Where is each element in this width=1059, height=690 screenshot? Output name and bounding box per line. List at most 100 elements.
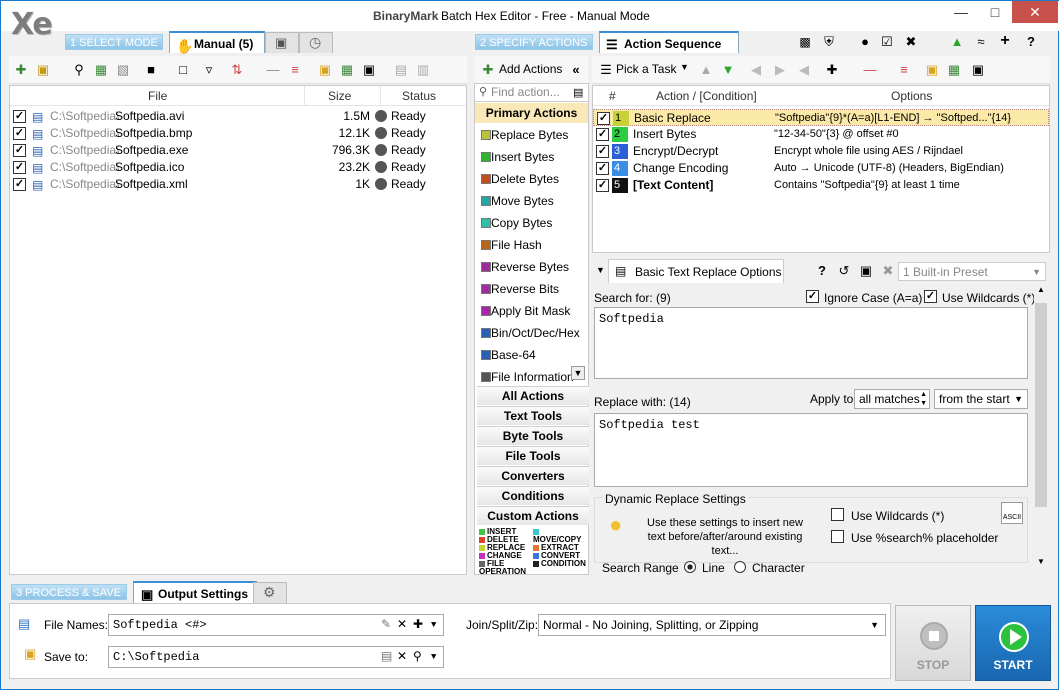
browse-icon[interactable]: ▤ — [381, 647, 392, 667]
sequence-row[interactable]: ✓ 1 Basic Replace "Softpedia"{9}*(A=a)[L1-E… — [593, 109, 1049, 126]
action-item[interactable]: Base-64 — [475, 344, 589, 366]
action-item[interactable]: Replace Bytes — [475, 124, 589, 146]
action-item[interactable]: Reverse Bytes — [475, 256, 589, 278]
scroll-down-icon[interactable]: ▼ — [1037, 557, 1045, 566]
close-button[interactable]: ✕ — [1012, 1, 1058, 23]
sequence-checkbox[interactable]: ✓ — [596, 128, 609, 141]
add-files-icon[interactable]: ✚ — [13, 62, 29, 78]
file-row[interactable]: ✓ ▤ C:\Softpedia\ Softpedia.avi 1.5M Ready — [10, 108, 470, 125]
pencil-icon[interactable]: ✎ — [381, 615, 391, 635]
chevron-down-icon[interactable]: ▼ — [431, 647, 436, 667]
help-circle-icon[interactable]: ? — [814, 263, 830, 279]
sequence-row[interactable]: ✓ 5 [Text Content] Contains "Softpedia"{9} … — [593, 177, 1049, 194]
view-icon[interactable]: ■ — [143, 62, 159, 78]
checklist-icon[interactable]: ☑ — [879, 34, 895, 50]
dyn-placeholder-checkbox[interactable] — [831, 530, 844, 543]
save-to-input[interactable]: C:\Softpedia ▤ ✕ ⚲ ▼ — [108, 646, 444, 668]
open-folder-icon[interactable]: ▣ — [317, 62, 333, 78]
col-size[interactable]: Size — [328, 86, 351, 106]
stop-button[interactable]: STOP — [895, 605, 971, 681]
pick-task-button[interactable]: Pick a Task — [616, 62, 676, 76]
start-button[interactable]: START — [975, 605, 1051, 681]
arrow-right-icon[interactable]: ▶ — [772, 62, 788, 78]
print-icon[interactable]: ▤ — [393, 62, 409, 78]
action-item[interactable]: Move Bytes — [475, 190, 589, 212]
action-group[interactable]: Byte Tools — [477, 426, 589, 445]
clear-list-icon[interactable]: ≡ — [287, 62, 303, 78]
save-preset-icon[interactable]: ▣ — [858, 263, 874, 279]
action-item[interactable]: Apply Bit Mask — [475, 300, 589, 322]
tab-manual[interactable]: ✋ Manual (5) — [169, 31, 265, 54]
sequence-checkbox[interactable]: ✓ — [596, 179, 609, 192]
file-checkbox[interactable]: ✓ — [13, 161, 26, 174]
primary-actions-header[interactable]: Primary Actions — [475, 103, 588, 123]
open-sequence-icon[interactable]: ▣ — [924, 62, 940, 78]
options-scrollbar[interactable]: ▲ ▼ — [1034, 285, 1048, 571]
preset-select[interactable]: 1 Built-in Preset ▼ — [898, 262, 1046, 281]
add-folder-icon[interactable]: ▣ — [35, 62, 51, 78]
tab-action-sequence[interactable]: ☰ Action Sequence (5) — [599, 31, 739, 73]
file-checkbox[interactable]: ✓ — [13, 110, 26, 123]
folder-add-icon[interactable]: ▦ — [339, 62, 355, 78]
search-textarea[interactable]: Softpedia — [594, 307, 1028, 379]
lightbulb-icon[interactable]: ● — [857, 34, 873, 50]
add-action-icon[interactable]: ✚ — [824, 62, 840, 78]
tab-schedule[interactable]: ◷ — [299, 32, 333, 53]
arrow-left-icon[interactable]: ◀ — [748, 62, 764, 78]
clear-actions-icon[interactable]: ≡ — [896, 62, 912, 78]
action-group[interactable]: Conditions — [477, 486, 589, 505]
ascii-table-button[interactable]: ASCII — [1001, 502, 1023, 524]
col-status[interactable]: Status — [402, 86, 436, 106]
find-action-input[interactable]: Find action... — [475, 84, 588, 102]
file-row[interactable]: ✓ ▤ C:\Softpedia\ Softpedia.bmp 12.1K Ready — [10, 125, 470, 142]
add-icon[interactable]: ✚ — [413, 615, 423, 635]
add-subfolder-icon[interactable]: ▦ — [93, 62, 109, 78]
sequence-checkbox[interactable]: ✓ — [596, 145, 609, 158]
clear-icon[interactable]: ✕ — [397, 647, 407, 667]
console-icon[interactable]: ▩ — [797, 34, 813, 50]
tab-output-settings[interactable]: ▣ Output Settings — [133, 581, 257, 603]
minus-icon[interactable]: — — [265, 62, 281, 78]
remove-icon[interactable]: ▧ — [115, 62, 131, 78]
delete-preset-icon[interactable]: ✖ — [880, 263, 896, 279]
page-icon[interactable]: □ — [175, 62, 191, 78]
scroll-down-icon[interactable]: ▼ — [571, 366, 585, 380]
load-sequence-icon[interactable]: ▦ — [946, 62, 962, 78]
dyn-wildcards-checkbox[interactable] — [831, 508, 844, 521]
action-item[interactable]: File Hash — [475, 234, 589, 256]
file-checkbox[interactable]: ✓ — [13, 144, 26, 157]
shield-icon[interactable]: ⛨ — [821, 34, 837, 50]
action-item[interactable]: Copy Bytes — [475, 212, 589, 234]
undo-icon[interactable]: ↺ — [836, 263, 852, 279]
tools-icon[interactable]: ✖ — [903, 34, 919, 50]
action-item[interactable]: Insert Bytes — [475, 146, 589, 168]
scroll-thumb[interactable] — [1035, 303, 1047, 507]
replace-textarea[interactable]: Softpedia test — [594, 413, 1028, 487]
file-row[interactable]: ✓ ▤ C:\Softpedia\ Softpedia.exe 796.3K Ready — [10, 142, 470, 159]
move-up-icon[interactable]: ▲ — [698, 62, 714, 78]
scroll-up-icon[interactable]: ▲ — [1037, 285, 1045, 294]
use-wildcards-checkbox[interactable]: ✓ — [924, 290, 937, 303]
action-group[interactable]: Custom Actions — [477, 506, 589, 525]
collapse-options-icon[interactable]: ▼ — [596, 265, 605, 275]
add-actions-button[interactable]: Add Actions — [499, 62, 562, 76]
feed-icon[interactable]: ≈ — [973, 34, 989, 50]
sequence-row[interactable]: ✓ 3 Encrypt/Decrypt Encrypt whole file usin… — [593, 143, 1049, 160]
col-options[interactable]: Options — [891, 86, 932, 106]
file-names-input[interactable]: Softpedia <#> ✎ ✕ ✚ ▼ — [108, 614, 444, 636]
col-action[interactable]: Action / [Condition] — [656, 86, 757, 106]
copy-icon[interactable]: ▥ — [415, 62, 431, 78]
file-checkbox[interactable]: ✓ — [13, 127, 26, 140]
minimize-button[interactable]: — — [944, 1, 978, 23]
ignore-case-checkbox[interactable]: ✓ — [806, 290, 819, 303]
maximize-button[interactable]: □ — [978, 1, 1012, 23]
action-group[interactable]: File Tools — [477, 446, 589, 465]
plus-icon[interactable]: + — [997, 33, 1013, 49]
search-icon[interactable]: ⚲ — [413, 647, 422, 667]
action-group[interactable]: Text Tools — [477, 406, 589, 425]
chevron-down-icon[interactable]: ▼ — [431, 615, 436, 635]
sort-icon[interactable]: ⇅ — [229, 62, 245, 78]
action-group[interactable]: Converters — [477, 466, 589, 485]
action-group[interactable]: All Actions — [477, 386, 589, 405]
tab-basic-text-replace[interactable]: ▤ Basic Text Replace Options — [608, 259, 784, 283]
